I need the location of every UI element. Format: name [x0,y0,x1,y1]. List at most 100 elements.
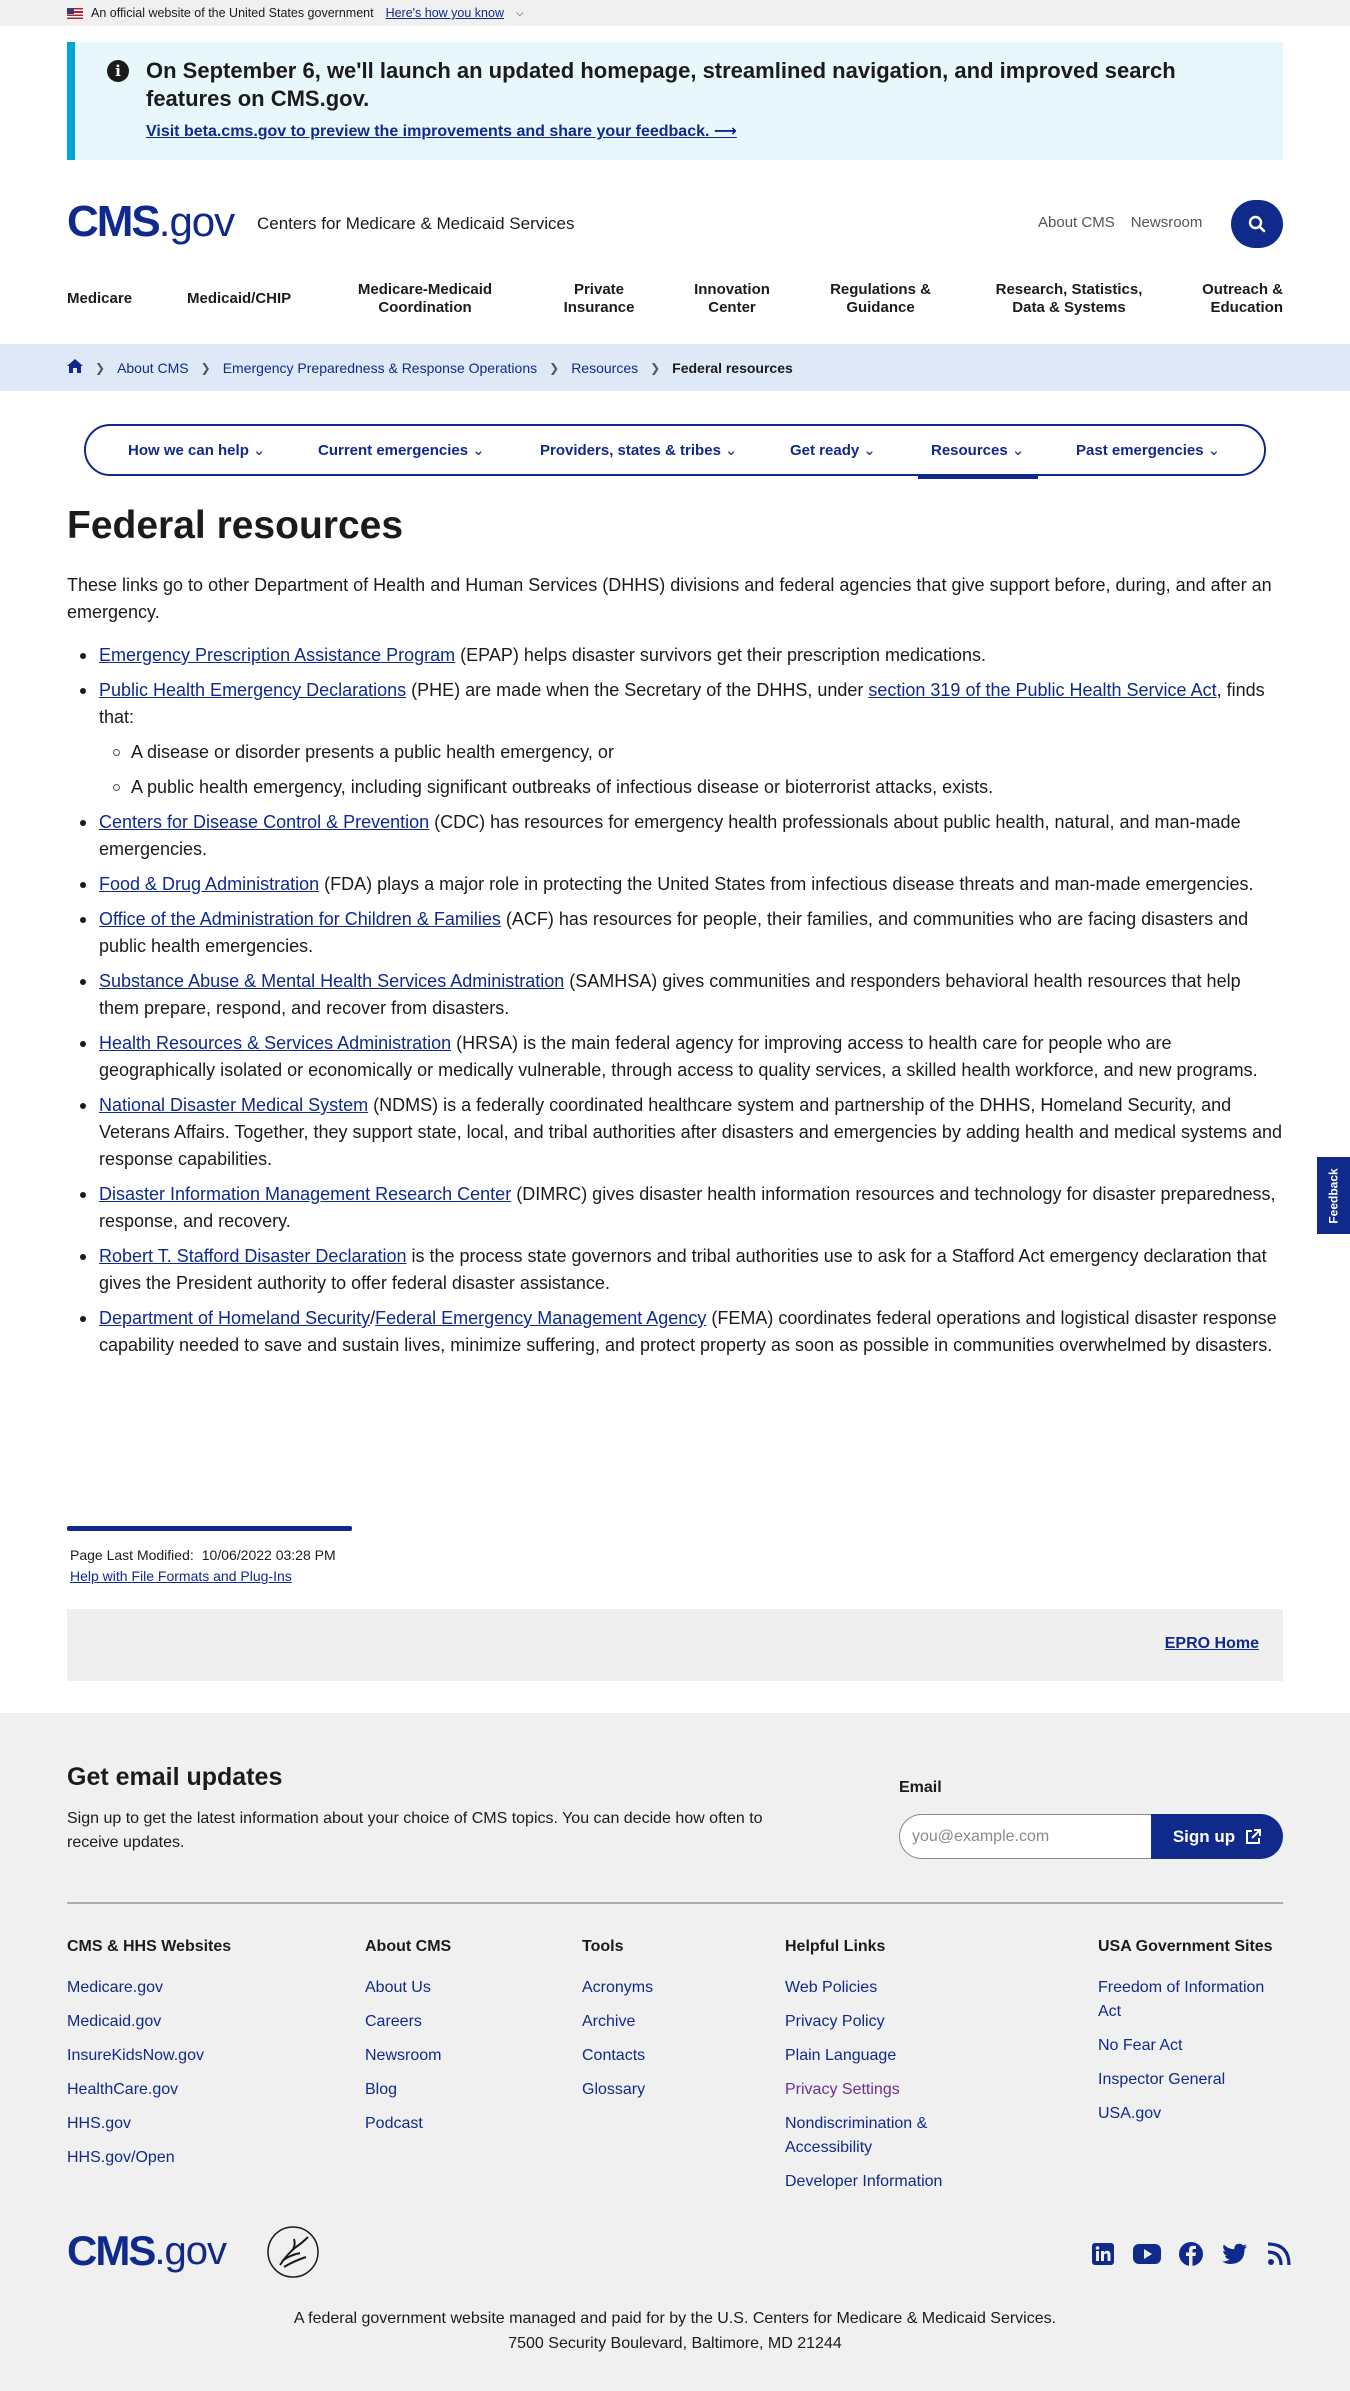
breadcrumb-emergency-preparedness[interactable]: Emergency Preparedness & Response Operat… [223,360,537,376]
fema-link[interactable]: Federal Emergency Management Agency [375,1308,706,1328]
footer-link[interactable]: Inspector General [1098,2068,1288,2092]
stafford-declaration-link[interactable]: Robert T. Stafford Disaster Declaration [99,1246,406,1266]
logo-gov-text: .gov [158,198,235,245]
list-item: Robert T. Stafford Disaster Declaration … [67,1243,1283,1297]
gov-banner-text: An official website of the United States… [91,6,374,20]
samhsa-link[interactable]: Substance Abuse & Mental Health Services… [99,971,564,991]
footer-link[interactable]: Web Policies [785,1976,965,2000]
page-title: Federal resources [67,504,404,547]
footer-link[interactable]: USA.gov [1098,2102,1288,2126]
footer-link[interactable]: Blog [365,2078,451,2102]
footer-link[interactable]: About Us [365,1976,451,2000]
email-field[interactable] [899,1814,1153,1859]
footer-link-privacy-settings[interactable]: Privacy Settings [785,2078,965,2102]
footer-col-title: USA Government Sites [1098,1938,1273,1955]
footer-link[interactable]: HealthCare.gov [67,2078,231,2102]
tab-resources[interactable]: Resources ⌄ [931,441,1024,459]
footer-link[interactable]: Nondiscrimination & Accessibility [785,2112,965,2160]
main-nav: Medicare Medicaid/CHIP Medicare-Medicaid… [67,280,1283,320]
legal-line: A federal government website managed and… [293,2310,1057,2327]
arrow-right-icon: ⟶ [713,123,737,140]
footer-link[interactable]: Contacts [582,2044,653,2068]
hrsa-link[interactable]: Health Resources & Services Administrati… [99,1033,451,1053]
footer-link[interactable]: Plain Language [785,2044,965,2068]
cms-logo[interactable]: CMS .gov [67,197,235,246]
breadcrumb-resources[interactable]: Resources [571,360,638,376]
cdc-link[interactable]: Centers for Disease Control & Prevention [99,812,429,832]
footer-link[interactable]: No Fear Act [1098,2034,1288,2058]
footer-link[interactable]: Developer Information [785,2170,965,2194]
nav-regulations-guidance[interactable]: Regulations & Guidance [813,281,948,317]
intro-text: These links go to other Department of He… [67,575,1272,622]
phe-declarations-link[interactable]: Public Health Emergency Declarations [99,680,406,700]
newsroom-link[interactable]: Newsroom [1131,214,1203,231]
tab-past-emergencies[interactable]: Past emergencies ⌄ [1076,441,1220,459]
beta-preview-link[interactable]: Visit beta.cms.gov to preview the improv… [146,121,737,141]
linkedin-icon[interactable] [1089,2240,1117,2268]
about-cms-link[interactable]: About CMS [1038,214,1115,231]
footer-link[interactable]: Careers [365,2010,451,2034]
sign-up-button[interactable]: Sign up [1151,1814,1283,1859]
dhs-link[interactable]: Department of Homeland Security [99,1308,370,1328]
footer-link[interactable]: Podcast [365,2112,451,2136]
footer-link[interactable]: Medicaid.gov [67,2010,231,2034]
active-tab-indicator [918,476,1038,479]
search-button[interactable] [1231,200,1283,248]
footer-link[interactable]: HHS.gov/Open [67,2146,231,2170]
tab-providers-states-tribes[interactable]: Providers, states & tribes ⌄ [540,441,738,459]
file-formats-help-link[interactable]: Help with File Formats and Plug-Ins [70,1568,292,1584]
item-text: (FDA) plays a major role in protecting t… [319,874,1254,894]
nav-medicare-medicaid-coordination[interactable]: Medicare-Medicaid Coordination [350,281,500,317]
feedback-tab[interactable]: Feedback [1317,1157,1350,1234]
epro-home-link[interactable]: EPRO Home [1165,1635,1259,1653]
footer-link[interactable]: Archive [582,2010,653,2034]
dimrc-link[interactable]: Disaster Information Management Research… [99,1184,511,1204]
tab-label: Current emergencies [318,442,469,459]
alert-heading: On September 6, we'll launch an updated … [146,58,1176,111]
footer-link[interactable]: InsureKidsNow.gov [67,2044,231,2068]
youtube-icon[interactable] [1133,2240,1161,2268]
tab-label: Past emergencies [1076,442,1204,459]
breadcrumb-about-cms[interactable]: About CMS [117,360,189,376]
epap-link[interactable]: Emergency Prescription Assistance Progra… [99,645,455,665]
acf-link[interactable]: Office of the Administration for Childre… [99,909,501,929]
home-icon[interactable] [67,359,83,376]
nav-innovation-center[interactable]: Innovation Center [682,281,782,317]
chevron-down-icon[interactable]: ⌵ [516,8,524,19]
nav-medicare[interactable]: Medicare [67,290,132,308]
heres-how-you-know-link[interactable]: Here's how you know [386,6,504,20]
item-text: (PHE) are made when the Secretary of the… [406,680,869,700]
nav-research-statistics[interactable]: Research, Statistics, Data & Systems [984,281,1154,317]
ndms-link[interactable]: National Disaster Medical System [99,1095,368,1115]
footer-link[interactable]: Privacy Policy [785,2010,965,2034]
facebook-icon[interactable] [1177,2240,1205,2268]
section-319-link[interactable]: section 319 of the Public Health Service… [868,680,1216,700]
footer-link[interactable]: Glossary [582,2078,653,2102]
agency-name: Centers for Medicare & Medicaid Services [257,214,575,233]
tab-label: Get ready [790,442,860,459]
hhs-seal-icon[interactable] [266,2225,320,2279]
nav-outreach-education[interactable]: Outreach & Education [1183,281,1283,317]
rss-icon[interactable] [1265,2240,1293,2268]
footer-col-title: Helpful Links [785,1938,886,1955]
nav-private-insurance[interactable]: Private Insurance [549,281,649,317]
twitter-icon[interactable] [1221,2240,1249,2268]
tab-how-we-can-help[interactable]: How we can help ⌄ [128,441,265,459]
tab-get-ready[interactable]: Get ready ⌄ [790,441,876,459]
list-item: Food & Drug Administration (FDA) plays a… [67,871,1283,898]
list-item: Public Health Emergency Declarations (PH… [67,677,1283,801]
footer-link[interactable]: Medicare.gov [67,1976,231,2000]
footer-link[interactable]: Acronyms [582,1976,653,2000]
tab-label: Providers, states & tribes [540,442,721,459]
footer-link[interactable]: Newsroom [365,2044,451,2068]
breadcrumb: ❯ About CMS ❯ Emergency Preparedness & R… [0,344,1350,391]
gov-banner: An official website of the United States… [0,0,1350,26]
footer-cms-logo[interactable]: CMS .gov [67,2227,227,2275]
footer-link[interactable]: Freedom of Information Act [1098,1976,1288,2024]
phe-criteria-list: A disease or disorder presents a public … [99,739,1283,801]
nav-medicaid-chip[interactable]: Medicaid/CHIP [187,290,291,308]
tab-current-emergencies[interactable]: Current emergencies ⌄ [318,441,485,459]
list-item: Emergency Prescription Assistance Progra… [67,642,1283,669]
fda-link[interactable]: Food & Drug Administration [99,874,319,894]
footer-link[interactable]: HHS.gov [67,2112,231,2136]
